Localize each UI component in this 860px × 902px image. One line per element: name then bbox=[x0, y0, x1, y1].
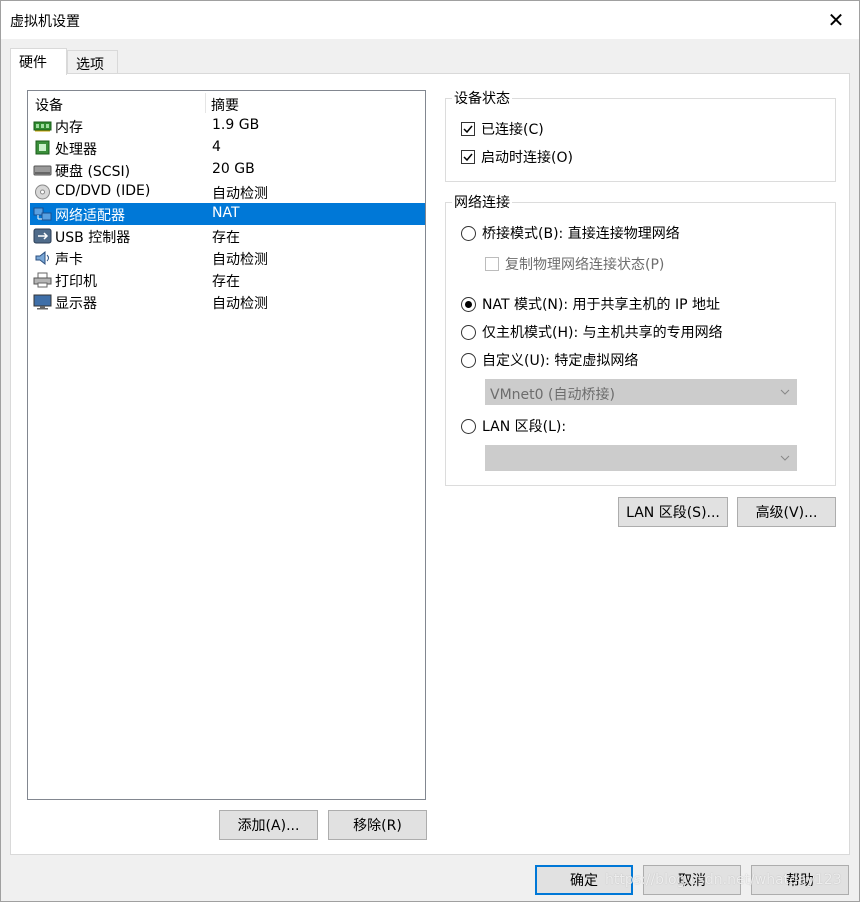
lan-segment-radio[interactable]: LAN 区段(L): bbox=[461, 416, 566, 436]
device-list-header: 设备 摘要 bbox=[28, 91, 425, 115]
device-name: 内存 bbox=[55, 120, 83, 136]
device-status-title: 设备状态 bbox=[452, 88, 512, 108]
custom-network-select[interactable]: VMnet0 (自动桥接) bbox=[485, 379, 797, 405]
device-name: 声卡 bbox=[55, 252, 83, 268]
tab-hardware[interactable]: 硬件 bbox=[10, 48, 67, 75]
sound-icon bbox=[35, 250, 49, 266]
checkbox-checked-icon bbox=[461, 122, 475, 136]
hardware-tab-panel: 设备 摘要 内存 1.9 GB 处理器 4 硬盘 (SCSI) 20 GB CD… bbox=[10, 73, 850, 855]
nat-radio[interactable]: NAT 模式(N): 用于共享主机的 IP 地址 bbox=[461, 294, 720, 314]
device-row-harddisk[interactable]: 硬盘 (SCSI) 20 GB bbox=[30, 159, 425, 181]
advanced-button[interactable]: 高级(V)... bbox=[737, 497, 836, 527]
lan-segment-label: LAN 区段(L): bbox=[482, 419, 567, 435]
column-separator[interactable] bbox=[205, 93, 206, 113]
window-title: 虚拟机设置 bbox=[10, 14, 80, 30]
custom-radio[interactable]: 自定义(U): 特定虚拟网络 bbox=[461, 350, 638, 370]
device-name: 打印机 bbox=[55, 274, 97, 290]
connect-at-power-on-checkbox[interactable]: 启动时连接(O) bbox=[461, 147, 573, 167]
lan-segment-select[interactable] bbox=[485, 445, 797, 471]
host-only-label: 仅主机模式(H): 与主机共享的专用网络 bbox=[482, 325, 723, 341]
memory-icon bbox=[33, 121, 52, 132]
close-button[interactable]: ✕ bbox=[813, 1, 859, 39]
device-summary: 存在 bbox=[212, 230, 240, 246]
processor-icon bbox=[35, 140, 50, 155]
chevron-down-icon bbox=[780, 389, 790, 395]
radio-unselected-icon bbox=[461, 352, 476, 368]
custom-label: 自定义(U): 特定虚拟网络 bbox=[482, 353, 639, 369]
device-row-display[interactable]: 显示器 自动检测 bbox=[30, 291, 425, 313]
device-summary: 4 bbox=[212, 139, 221, 155]
cd-dvd-icon bbox=[35, 184, 50, 200]
nat-label: NAT 模式(N): 用于共享主机的 IP 地址 bbox=[482, 297, 720, 313]
network-adapter-icon bbox=[33, 207, 52, 221]
remove-device-button[interactable]: 移除(R) bbox=[328, 810, 427, 840]
help-button[interactable]: 帮助 bbox=[751, 865, 849, 895]
device-summary: 自动检测 bbox=[212, 186, 268, 202]
chevron-down-icon bbox=[780, 455, 790, 461]
network-connection-group: 网络连接 桥接模式(B): 直接连接物理网络 复制物理网络连接状态(P) NAT… bbox=[445, 192, 836, 486]
close-icon: ✕ bbox=[827, 8, 845, 32]
network-connection-title: 网络连接 bbox=[452, 192, 512, 212]
device-row-network-adapter[interactable]: 网络适配器 NAT bbox=[30, 203, 425, 225]
connected-checkbox[interactable]: 已连接(C) bbox=[461, 119, 544, 139]
radio-unselected-icon bbox=[461, 324, 476, 340]
tab-options-label: 选项 bbox=[76, 57, 104, 73]
usb-icon bbox=[33, 228, 52, 244]
device-list[interactable]: 设备 摘要 内存 1.9 GB 处理器 4 硬盘 (SCSI) 20 GB CD… bbox=[27, 90, 426, 800]
title-bar: 虚拟机设置 ✕ bbox=[1, 1, 859, 39]
device-summary: 1.9 GB bbox=[212, 117, 260, 133]
checkbox-checked-icon bbox=[461, 150, 475, 164]
ok-button[interactable]: 确定 bbox=[535, 865, 633, 895]
device-name: 显示器 bbox=[55, 296, 97, 312]
display-icon bbox=[33, 294, 52, 310]
device-row-processor[interactable]: 处理器 4 bbox=[30, 137, 425, 159]
connected-label: 已连接(C) bbox=[481, 122, 544, 138]
lan-segments-button[interactable]: LAN 区段(S)... bbox=[618, 497, 728, 527]
device-summary: 20 GB bbox=[212, 161, 255, 177]
device-name: 处理器 bbox=[55, 142, 97, 158]
device-summary: NAT bbox=[212, 205, 240, 221]
column-header-summary[interactable]: 摘要 bbox=[211, 95, 239, 115]
replicate-physical-state-checkbox[interactable]: 复制物理网络连接状态(P) bbox=[485, 254, 664, 274]
radio-unselected-icon bbox=[461, 225, 476, 241]
printer-icon bbox=[33, 272, 52, 288]
device-name: CD/DVD (IDE) bbox=[55, 183, 151, 199]
device-name: 网络适配器 bbox=[55, 208, 125, 224]
radio-selected-icon bbox=[461, 296, 476, 312]
device-status-group: 设备状态 已连接(C) 启动时连接(O) bbox=[445, 88, 836, 182]
column-header-device[interactable]: 设备 bbox=[35, 95, 63, 115]
device-summary: 存在 bbox=[212, 274, 240, 290]
tab-hardware-label: 硬件 bbox=[19, 55, 47, 71]
device-row-memory[interactable]: 内存 1.9 GB bbox=[30, 115, 425, 137]
device-row-cd-dvd[interactable]: CD/DVD (IDE) 自动检测 bbox=[30, 181, 425, 203]
radio-unselected-icon bbox=[461, 418, 476, 434]
harddisk-icon bbox=[33, 165, 52, 176]
add-device-button[interactable]: 添加(A)... bbox=[219, 810, 318, 840]
host-only-radio[interactable]: 仅主机模式(H): 与主机共享的专用网络 bbox=[461, 322, 723, 342]
cancel-button[interactable]: 取消 bbox=[643, 865, 741, 895]
connect-at-power-on-label: 启动时连接(O) bbox=[481, 150, 573, 166]
device-row-printer[interactable]: 打印机 存在 bbox=[30, 269, 425, 291]
device-name: USB 控制器 bbox=[55, 230, 131, 246]
replicate-physical-state-label: 复制物理网络连接状态(P) bbox=[505, 257, 665, 273]
checkbox-unchecked-icon bbox=[485, 257, 499, 271]
vm-settings-dialog: 虚拟机设置 ✕ 选项 硬件 设备 摘要 内存 1.9 GB 处理器 4 硬盘 (… bbox=[0, 0, 860, 902]
tab-options[interactable]: 选项 bbox=[67, 50, 118, 74]
bridged-radio[interactable]: 桥接模式(B): 直接连接物理网络 bbox=[461, 223, 680, 243]
device-row-sound[interactable]: 声卡 自动检测 bbox=[30, 247, 425, 269]
device-name: 硬盘 (SCSI) bbox=[55, 164, 131, 180]
custom-network-value: VMnet0 (自动桥接) bbox=[490, 387, 615, 403]
device-summary: 自动检测 bbox=[212, 296, 268, 312]
device-row-usb[interactable]: USB 控制器 存在 bbox=[30, 225, 425, 247]
bridged-label: 桥接模式(B): 直接连接物理网络 bbox=[482, 226, 680, 242]
device-summary: 自动检测 bbox=[212, 252, 268, 268]
